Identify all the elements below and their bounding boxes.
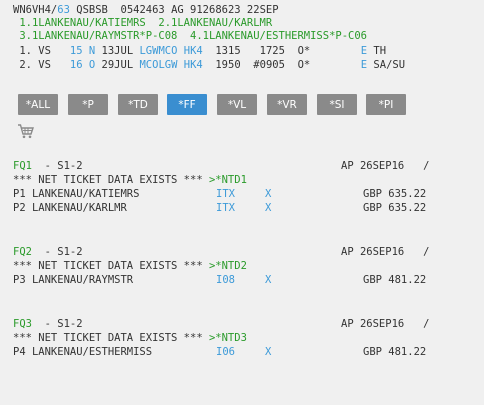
- record-count[interactable]: 63: [57, 4, 70, 16]
- fare-x[interactable]: X: [265, 274, 271, 287]
- passenger-fare-row: P4 LANKENAU/ESTHERMISS: [13, 346, 152, 359]
- passenger-name: P2 LANKENAU/KARLMR: [13, 202, 127, 214]
- fare-x[interactable]: X: [265, 188, 271, 201]
- fare-quote-ap: AP 26SEP16 /: [341, 318, 430, 330]
- segment-row: 2. VS 16 O 29JUL MCOLGW HK4 1950 #0905 O…: [13, 59, 406, 71]
- flight-number[interactable]: 16: [70, 59, 83, 71]
- td-button[interactable]: *TD: [118, 94, 158, 115]
- terminal-screen: WN6VH4/63 QSBSB 0542463 AG 91268623 22SE…: [0, 0, 484, 405]
- flight-number[interactable]: 15: [70, 45, 83, 57]
- fare-amount: GBP 481.22: [363, 346, 427, 358]
- record-locator: WN6VH4/: [13, 4, 58, 16]
- passenger-name: P4 LANKENAU/ESTHERMISS: [13, 346, 153, 358]
- vl-button[interactable]: *VL: [217, 94, 257, 115]
- segment-status[interactable]: HK4: [184, 59, 203, 71]
- fare-quote-header: FQ1 - S1-2: [13, 160, 83, 172]
- passenger-type[interactable]: I08: [216, 274, 235, 287]
- fare-amount: GBP 635.22: [363, 188, 427, 200]
- passenger-fare-row: P1 LANKENAU/KATIEMRS: [13, 188, 139, 201]
- fare-x[interactable]: X: [265, 346, 271, 359]
- city-pair[interactable]: MCOLGW: [139, 59, 177, 71]
- fare-quote-ap: AP 26SEP16 /: [341, 160, 430, 172]
- fare-quote-header: FQ3 - S1-2: [13, 318, 83, 330]
- passenger-fare-row: P3 LANKENAU/RAYMSTR: [13, 274, 133, 287]
- segment-status[interactable]: HK4: [184, 45, 203, 57]
- fare-quote-link[interactable]: FQ1: [13, 160, 32, 172]
- passenger-type[interactable]: ITX: [216, 188, 235, 201]
- ntd-link[interactable]: >*NTD2: [209, 260, 247, 272]
- fare-quote-link[interactable]: FQ3: [13, 318, 32, 330]
- net-ticket-line: *** NET TICKET DATA EXISTS *** >*NTD1: [13, 174, 247, 186]
- segment-row: 1. VS 15 N 13JUL LGWMCO HK4 1315 1725 O*…: [13, 45, 387, 57]
- fare-amount: GBP 481.22: [363, 274, 427, 286]
- city-pair[interactable]: LGWMCO: [139, 45, 177, 57]
- record-header: WN6VH4/63 QSBSB 0542463 AG 91268623 22SE…: [13, 4, 279, 17]
- passenger-name: P3 LANKENAU/RAYMSTR: [13, 274, 134, 286]
- ntd-link[interactable]: >*NTD3: [209, 332, 247, 344]
- passenger-names-line-2: 3.1LANKENAU/RAYMSTR*P-C08 4.1LANKENAU/ES…: [13, 30, 368, 42]
- pi-button[interactable]: *PI: [366, 94, 406, 115]
- passenger-type[interactable]: ITX: [216, 202, 235, 215]
- ff-button[interactable]: *FF: [167, 94, 207, 115]
- fare-quote-link[interactable]: FQ2: [13, 246, 32, 258]
- passenger-fare-row: P2 LANKENAU/KARLMR: [13, 202, 127, 215]
- net-ticket-line: *** NET TICKET DATA EXISTS *** >*NTD2: [13, 260, 247, 272]
- net-ticket-line: *** NET TICKET DATA EXISTS *** >*NTD3: [13, 332, 247, 344]
- passenger-name: P1 LANKENAU/KATIEMRS: [13, 188, 140, 200]
- vr-button[interactable]: *VR: [267, 94, 307, 115]
- all-button[interactable]: *ALL: [18, 94, 58, 115]
- record-info: QSBSB 0542463 AG 91268623 22SEP: [69, 4, 279, 16]
- p-button[interactable]: *P: [68, 94, 108, 115]
- fare-x[interactable]: X: [265, 202, 271, 215]
- fare-quote-ap: AP 26SEP16 /: [341, 246, 430, 258]
- ntd-link[interactable]: >*NTD1: [209, 174, 247, 186]
- shopping-cart-icon[interactable]: [17, 124, 34, 139]
- si-button[interactable]: *SI: [317, 94, 357, 115]
- passenger-type[interactable]: I06: [216, 346, 235, 359]
- fare-amount: GBP 635.22: [363, 202, 427, 214]
- passenger-names-line-1: 1.1LANKENAU/KATIEMRS 2.1LANKENAU/KARLMR: [13, 17, 273, 29]
- fare-quote-header: FQ2 - S1-2: [13, 246, 83, 258]
